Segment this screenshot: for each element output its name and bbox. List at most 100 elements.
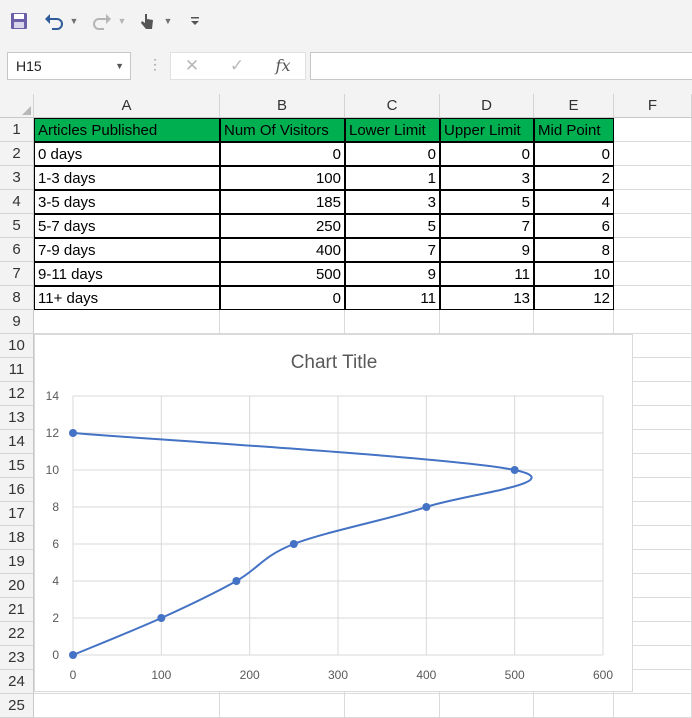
cell-c9[interactable]	[345, 310, 440, 334]
cell-e8[interactable]: 12	[534, 286, 614, 310]
row-header-5[interactable]: 5	[0, 214, 34, 238]
cell-b9[interactable]	[220, 310, 345, 334]
cell-f9[interactable]	[614, 310, 692, 334]
row-header-11[interactable]: 11	[0, 358, 34, 382]
row-header-2[interactable]: 2	[0, 142, 34, 166]
row-header-16[interactable]: 16	[0, 478, 34, 502]
row-header-14[interactable]: 14	[0, 430, 34, 454]
cell-f6[interactable]	[614, 238, 692, 262]
cell-f2[interactable]	[614, 142, 692, 166]
row-header-25[interactable]: 25	[0, 694, 34, 718]
row-header-12[interactable]: 12	[0, 382, 34, 406]
row-header-6[interactable]: 6	[0, 238, 34, 262]
touch-mode-dropdown-icon[interactable]: ▼	[162, 10, 174, 32]
cell-b6[interactable]: 400	[220, 238, 345, 262]
row-header-21[interactable]: 21	[0, 598, 34, 622]
cell-a9[interactable]	[34, 310, 220, 334]
cell-f25[interactable]	[614, 694, 692, 718]
cell-e4[interactable]: 4	[534, 190, 614, 214]
touch-mode-icon[interactable]	[136, 10, 158, 32]
select-all-button[interactable]	[0, 94, 34, 118]
cell-e2[interactable]: 0	[534, 142, 614, 166]
insert-function-icon[interactable]: fx	[268, 55, 298, 77]
row-header-24[interactable]: 24	[0, 670, 34, 694]
row-header-4[interactable]: 4	[0, 190, 34, 214]
cell-a8[interactable]: 11+ days	[34, 286, 220, 310]
row-header-22[interactable]: 22	[0, 622, 34, 646]
save-icon[interactable]	[8, 10, 30, 32]
row-header-3[interactable]: 3	[0, 166, 34, 190]
cell-e25[interactable]	[534, 694, 614, 718]
cell-c8[interactable]: 11	[345, 286, 440, 310]
cell-d2[interactable]: 0	[440, 142, 534, 166]
row-header-1[interactable]: 1	[0, 118, 34, 142]
cell-b7[interactable]: 500	[220, 262, 345, 286]
column-header-c[interactable]: C	[345, 94, 440, 118]
row-header-8[interactable]: 8	[0, 286, 34, 310]
cell-a5[interactable]: 5-7 days	[34, 214, 220, 238]
cell-c2[interactable]: 0	[345, 142, 440, 166]
cell-c6[interactable]: 7	[345, 238, 440, 262]
cell-e7[interactable]: 10	[534, 262, 614, 286]
enter-icon[interactable]: ✓	[222, 55, 252, 77]
cell-d9[interactable]	[440, 310, 534, 334]
redo-icon[interactable]	[90, 10, 114, 32]
cell-c1[interactable]: Lower Limit	[345, 118, 440, 142]
cell-a3[interactable]: 1-3 days	[34, 166, 220, 190]
redo-dropdown-icon[interactable]: ▼	[116, 10, 128, 32]
cell-d5[interactable]: 7	[440, 214, 534, 238]
name-box[interactable]: H15 ▼	[7, 52, 131, 80]
chart-title[interactable]: Chart Title	[291, 352, 378, 373]
cell-b1[interactable]: Num Of Visitors	[220, 118, 345, 142]
row-header-19[interactable]: 19	[0, 550, 34, 574]
undo-dropdown-icon[interactable]: ▼	[68, 10, 80, 32]
column-header-e[interactable]: E	[534, 94, 614, 118]
column-header-a[interactable]: A	[34, 94, 220, 118]
formula-bar-resize-handle[interactable]: ⋮	[148, 56, 162, 73]
row-header-9[interactable]: 9	[0, 310, 34, 334]
cell-b2[interactable]: 0	[220, 142, 345, 166]
cell-a6[interactable]: 7-9 days	[34, 238, 220, 262]
cell-d25[interactable]	[440, 694, 534, 718]
cell-c25[interactable]	[345, 694, 440, 718]
cell-e5[interactable]: 6	[534, 214, 614, 238]
cell-d8[interactable]: 13	[440, 286, 534, 310]
column-header-f[interactable]: F	[614, 94, 692, 118]
undo-icon[interactable]	[42, 10, 66, 32]
cell-b3[interactable]: 100	[220, 166, 345, 190]
cell-d4[interactable]: 5	[440, 190, 534, 214]
chart[interactable]: 0 2 4 6 8 10 12 14 0 100 200 300 400 500 600 Chart Titl…	[34, 334, 633, 692]
cell-d1[interactable]: Upper Limit	[440, 118, 534, 142]
name-box-dropdown-icon[interactable]: ▼	[115, 53, 124, 79]
cell-a1[interactable]: Articles Published	[34, 118, 220, 142]
cell-b5[interactable]: 250	[220, 214, 345, 238]
cell-f3[interactable]	[614, 166, 692, 190]
cancel-icon[interactable]: ✕	[177, 55, 207, 77]
cell-b25[interactable]	[220, 694, 345, 718]
cell-d7[interactable]: 11	[440, 262, 534, 286]
cell-e1[interactable]: Mid Point	[534, 118, 614, 142]
cell-f1[interactable]	[614, 118, 692, 142]
cell-f7[interactable]	[614, 262, 692, 286]
row-header-7[interactable]: 7	[0, 262, 34, 286]
cell-c4[interactable]: 3	[345, 190, 440, 214]
cell-f4[interactable]	[614, 190, 692, 214]
row-header-13[interactable]: 13	[0, 406, 34, 430]
row-header-18[interactable]: 18	[0, 526, 34, 550]
row-header-10[interactable]: 10	[0, 334, 34, 358]
cell-d3[interactable]: 3	[440, 166, 534, 190]
cell-a25[interactable]	[34, 694, 220, 718]
cell-e6[interactable]: 8	[534, 238, 614, 262]
cell-b4[interactable]: 185	[220, 190, 345, 214]
row-header-23[interactable]: 23	[0, 646, 34, 670]
cell-f8[interactable]	[614, 286, 692, 310]
cell-a7[interactable]: 9-11 days	[34, 262, 220, 286]
cell-a4[interactable]: 3-5 days	[34, 190, 220, 214]
column-header-d[interactable]: D	[440, 94, 534, 118]
cell-e9[interactable]	[534, 310, 614, 334]
customize-qat-icon[interactable]	[188, 10, 202, 32]
row-header-20[interactable]: 20	[0, 574, 34, 598]
cell-c5[interactable]: 5	[345, 214, 440, 238]
cell-b8[interactable]: 0	[220, 286, 345, 310]
cell-f5[interactable]	[614, 214, 692, 238]
